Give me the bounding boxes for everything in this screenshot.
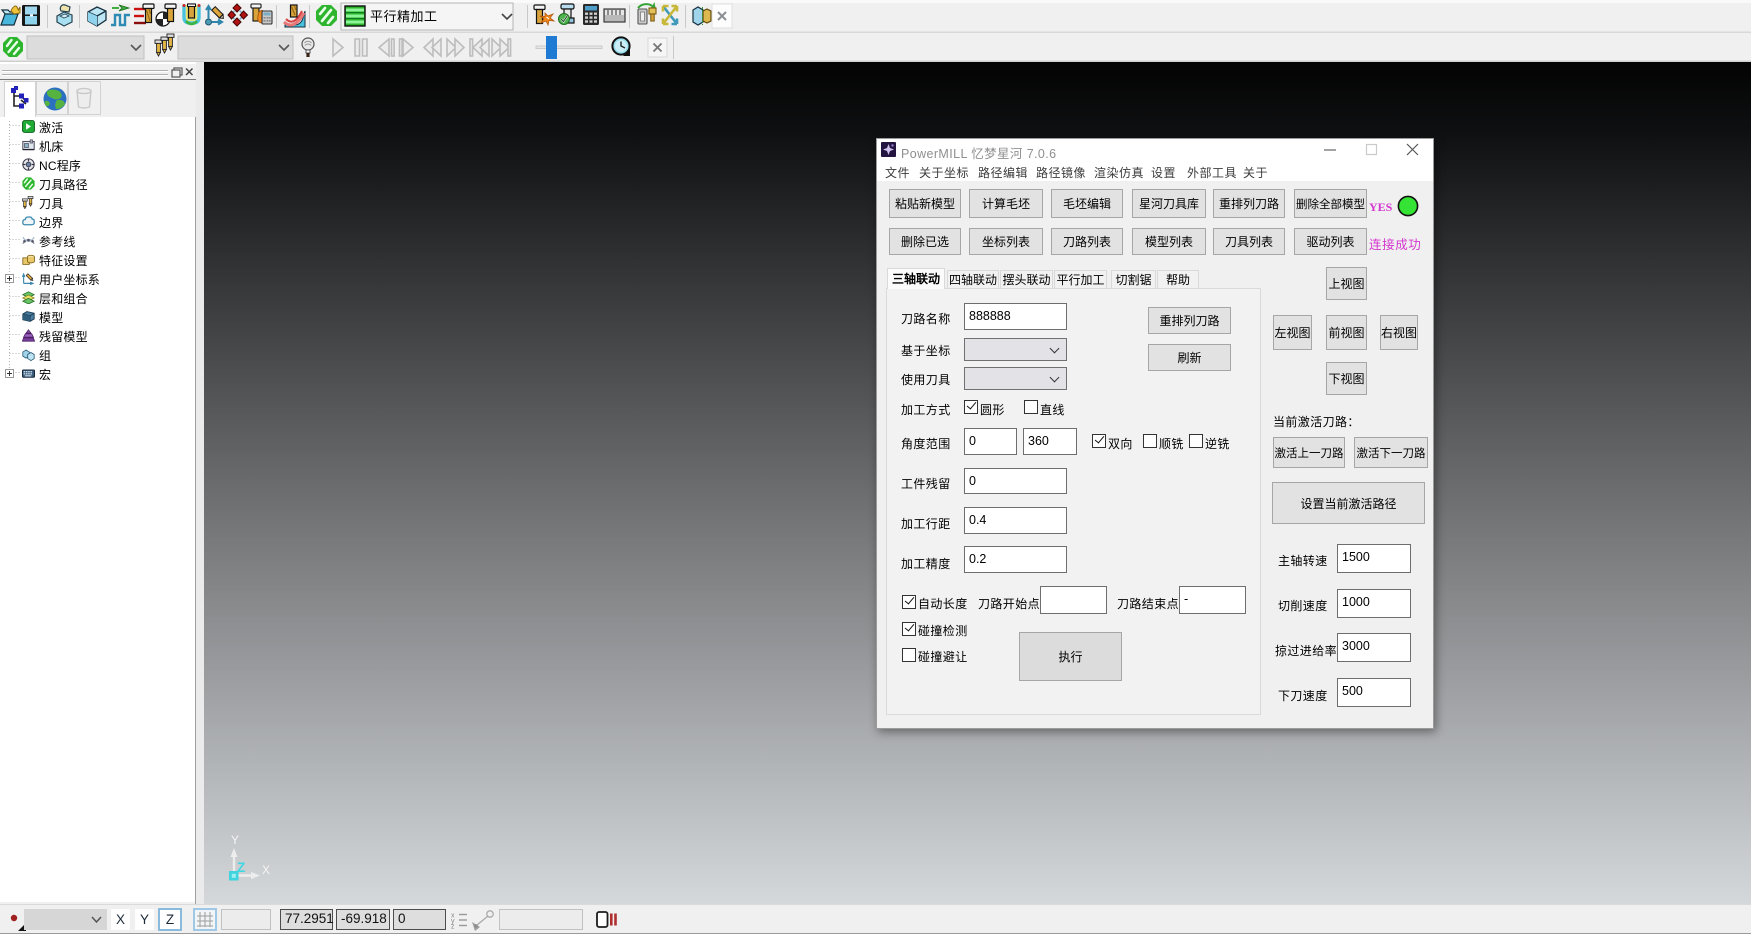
svg-text:z: z bbox=[451, 924, 455, 930]
svg-text:平行精加工: 平行精加工 bbox=[370, 9, 438, 24]
svg-text:X: X bbox=[262, 863, 270, 877]
svg-text:Y: Y bbox=[231, 833, 239, 847]
